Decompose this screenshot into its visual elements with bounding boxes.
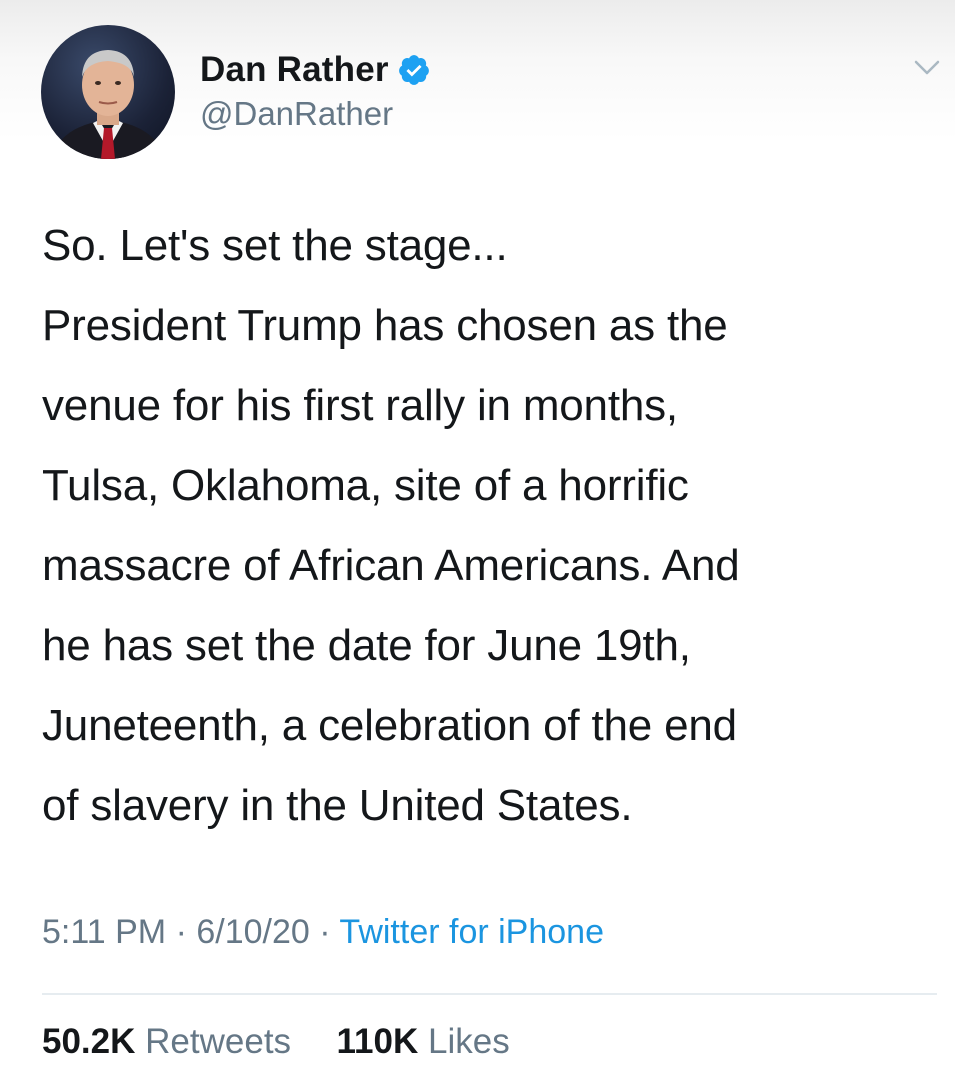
meta-separator: · <box>175 913 187 951</box>
retweets-stat[interactable]: 50.2K Retweets <box>42 1022 301 1061</box>
tweet-text: So. Let's set the stage... President Tru… <box>42 221 740 830</box>
retweets-count: 50.2K <box>42 1022 136 1061</box>
likes-count: 110K <box>336 1022 419 1061</box>
retweets-label: Retweets <box>145 1022 292 1061</box>
chevron-down-icon[interactable] <box>913 58 941 78</box>
tweet-source-link[interactable]: Twitter for iPhone <box>339 913 604 951</box>
author-display-name[interactable]: Dan Rather <box>200 50 389 90</box>
tweet-date[interactable]: 6/10/20 <box>196 913 309 951</box>
avatar[interactable] <box>41 25 175 159</box>
tweet-meta: 5:11 PM · 6/10/20 · Twitter for iPhone <box>42 913 604 952</box>
meta-separator: · <box>319 913 331 951</box>
tweet-card: Dan Rather @DanRather So. Let's set the … <box>0 0 955 1088</box>
tweet-time[interactable]: 5:11 PM <box>42 913 166 951</box>
likes-label: Likes <box>428 1022 510 1061</box>
tweet-stats: 50.2K Retweets 110K Likes <box>42 1022 510 1062</box>
author-name-row[interactable]: Dan Rather <box>200 48 431 92</box>
divider <box>42 993 937 995</box>
likes-stat[interactable]: 110K Likes <box>337 1022 510 1061</box>
verified-badge-icon <box>398 55 429 85</box>
author-handle[interactable]: @DanRather <box>200 95 393 133</box>
avatar-photo-icon <box>51 50 165 159</box>
